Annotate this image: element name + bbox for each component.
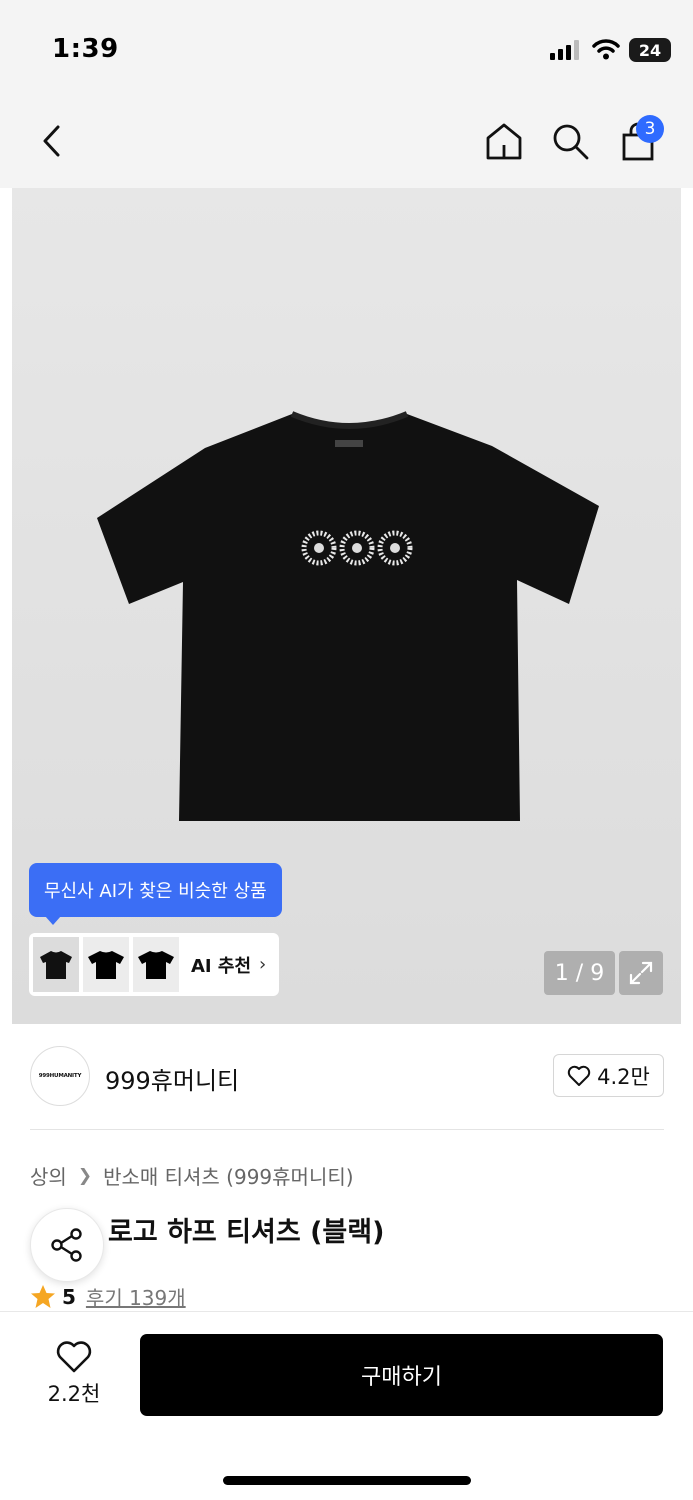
bottom-purchase-bar: 2.2천 구매하기 <box>0 1311 693 1500</box>
tshirt-thumb-icon <box>40 950 72 979</box>
home-button[interactable] <box>480 117 528 165</box>
breadcrumb-category[interactable]: 상의 <box>30 1161 67 1190</box>
tshirt-thumb-icon <box>88 950 124 979</box>
search-button[interactable] <box>546 117 594 165</box>
expand-icon <box>629 961 653 985</box>
cart-count-badge: 3 <box>636 115 664 143</box>
ai-thumb-2[interactable] <box>83 937 129 992</box>
ai-recommend-strip[interactable]: AI 추천 › <box>29 933 279 996</box>
share-button[interactable] <box>30 1208 104 1282</box>
brand-like-count: 4.2만 <box>597 1064 650 1089</box>
ai-thumb-3[interactable] <box>133 937 179 992</box>
home-indicator <box>223 1476 471 1485</box>
wishlist-count: 2.2천 <box>47 1382 101 1406</box>
status-time: 1:39 <box>52 34 119 64</box>
buy-button[interactable]: 구매하기 <box>140 1334 663 1416</box>
cart-button[interactable]: 3 <box>614 115 664 165</box>
ai-similar-tooltip: 무신사 AI가 찾은 비슷한 상품 <box>29 863 282 925</box>
expand-image-button[interactable] <box>619 951 663 995</box>
brand-like-button[interactable]: 4.2만 <box>553 1054 664 1097</box>
ai-thumb-1[interactable] <box>33 937 79 992</box>
breadcrumb-subcategory[interactable]: 반소매 티셔츠 (999휴머니티) <box>103 1161 354 1190</box>
brand-name[interactable]: 999휴머니티 <box>105 1061 239 1096</box>
ai-recommend-label: AI 추천 <box>191 955 252 977</box>
search-icon <box>553 124 589 160</box>
product-title-text: 로고 하프 티셔츠 (블랙) <box>108 1217 385 1248</box>
rating-row: 5 후기 139개 <box>30 1282 186 1311</box>
divider <box>30 1129 664 1130</box>
reviews-link[interactable]: 후기 139개 <box>86 1282 186 1311</box>
chevron-right-icon: › <box>259 954 267 975</box>
breadcrumb: 상의 ❯ 반소매 티셔츠 (999휴머니티) <box>30 1161 354 1190</box>
home-icon <box>486 123 522 160</box>
top-nav: 3 <box>0 95 693 188</box>
share-icon <box>51 1228 82 1262</box>
wishlist-button[interactable]: 2.2천 <box>30 1340 118 1408</box>
heart-icon <box>56 1341 92 1373</box>
tshirt-thumb-icon <box>138 950 174 979</box>
wifi-icon <box>592 39 620 60</box>
heart-icon <box>567 1065 591 1086</box>
back-button[interactable] <box>28 117 76 165</box>
star-icon <box>31 1285 55 1308</box>
product-photo-tshirt <box>97 411 599 821</box>
brand-logo[interactable]: 999HUMANITY <box>30 1046 90 1106</box>
image-page-counter: 1 / 9 <box>544 951 615 995</box>
brand-row: 999HUMANITY 999휴머니티 4.2만 <box>30 1046 664 1108</box>
chevron-right-icon: ❯ <box>77 1165 93 1186</box>
back-icon <box>43 125 60 157</box>
signal-icon <box>550 40 579 60</box>
battery-indicator: 24 <box>629 38 671 62</box>
status-bar: 1:39 24 <box>0 0 693 95</box>
rating-value: 5 <box>62 1284 76 1309</box>
